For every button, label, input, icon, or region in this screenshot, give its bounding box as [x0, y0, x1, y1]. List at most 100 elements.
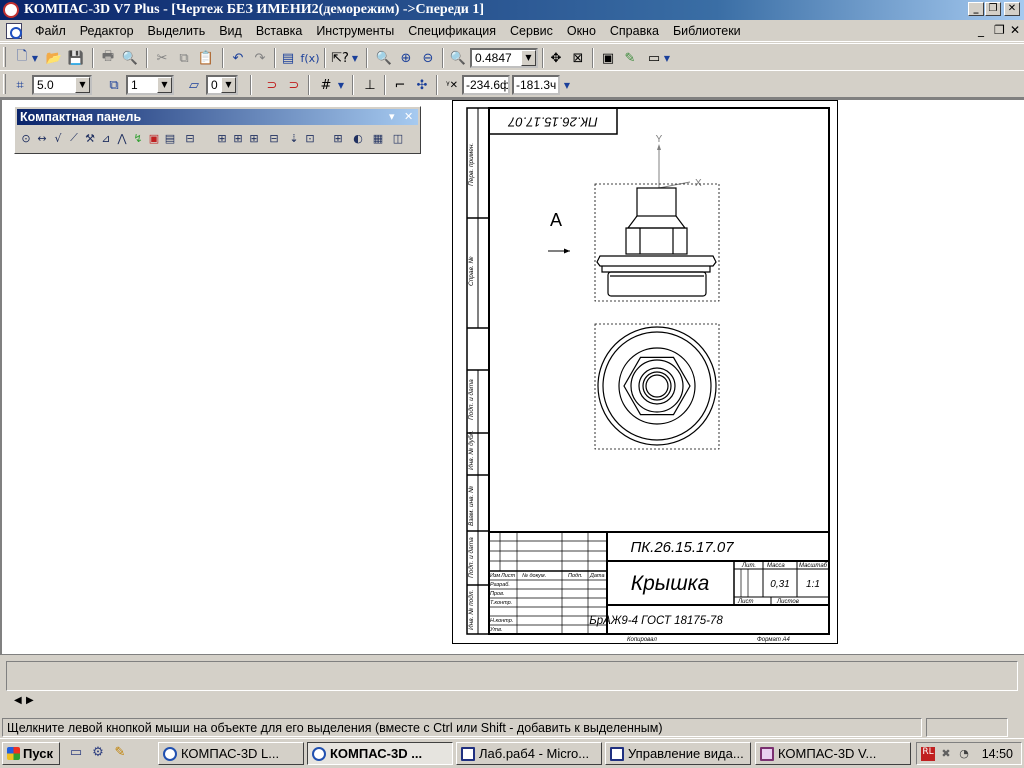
snap-magnet-icon[interactable]: ⊃ [262, 75, 282, 95]
doc-close-button[interactable]: ✕ [1010, 23, 1020, 37]
step-combo[interactable]: 5.0 ▼ [32, 75, 92, 95]
manager-icon[interactable]: ▤ [278, 48, 298, 68]
designations-icon[interactable]: √ [51, 128, 65, 148]
properties-icon[interactable]: ✎ [620, 48, 640, 68]
zoom-window-icon[interactable]: 🔍 [374, 48, 394, 68]
task-kompas-3[interactable]: КОМПАС-3D V... [755, 742, 911, 765]
compact-panel-caption[interactable]: Компактная панель ▾ ✕ [17, 109, 418, 125]
help-dropdown-icon[interactable]: ▼ [350, 48, 360, 68]
break-icon[interactable]: ◫ [391, 128, 405, 148]
view-section-icon[interactable]: ⇣ [287, 128, 301, 148]
quick-launch-icon[interactable]: ⚙ [90, 745, 106, 761]
tray-network-icon[interactable]: ✖ [939, 747, 953, 761]
cut-icon[interactable]: ✂ [152, 48, 172, 68]
panel-close-icon[interactable]: ✕ [404, 109, 413, 125]
task-word-lab[interactable]: Лаб.раб4 - Micro... [456, 742, 602, 765]
task-kompas-1[interactable]: КОМПАС-3D L... [158, 742, 304, 765]
parametrization-icon[interactable]: ⚒ [83, 128, 97, 148]
copy-icon[interactable]: ⧉ [174, 48, 194, 68]
maximize-button[interactable]: ❐ [985, 2, 1001, 16]
menu-help[interactable]: Справка [603, 20, 666, 42]
quick-launch-pencil-icon[interactable]: ✎ [112, 745, 128, 761]
refresh-icon[interactable]: ▣ [598, 48, 618, 68]
zoom-scale-icon[interactable]: 🔍 [448, 48, 468, 68]
reports-icon[interactable]: ▤ [163, 128, 177, 148]
redo-icon[interactable]: ↷ [250, 48, 270, 68]
new-dropdown-icon[interactable]: ▼ [30, 48, 40, 68]
chevron-down-icon[interactable]: ▼ [157, 77, 172, 93]
zoom-out-icon[interactable]: ⊖ [418, 48, 438, 68]
cursor-coords-icon[interactable]: ✣ [412, 75, 432, 95]
table-icon[interactable]: ▦ [371, 128, 385, 148]
start-button[interactable]: Пуск [2, 742, 60, 765]
pan-icon[interactable]: ✥ [546, 48, 566, 68]
fragment-icon[interactable]: ⊟ [183, 128, 197, 148]
chevron-down-icon[interactable]: ▼ [221, 77, 236, 93]
measure-icon[interactable]: ⊿ [99, 128, 113, 148]
drawing-sheet[interactable]: Перв. примен. Справ. № Подп. и дата Инв.… [452, 100, 838, 644]
scroll-right-icon[interactable]: ▶ [26, 695, 34, 706]
panel-menu-icon[interactable]: ▾ [389, 109, 395, 125]
coordinate-system-icon[interactable]: ⊥ [360, 75, 380, 95]
menu-editor[interactable]: Редактор [73, 20, 141, 42]
grid-icon[interactable]: # [316, 75, 336, 95]
menu-window[interactable]: Окно [560, 20, 603, 42]
show-desktop-icon[interactable]: ▭ [68, 745, 84, 761]
view-manager-icon[interactable]: ▭ [644, 48, 664, 68]
paste-icon[interactable]: 📋 [196, 48, 216, 68]
select-icon[interactable]: ⋀ [115, 128, 129, 148]
kompas-app-icon[interactable] [3, 2, 19, 18]
doc-restore-button[interactable]: ❐ [994, 23, 1005, 37]
close-button[interactable]: ✕ [1004, 2, 1020, 16]
coord-x-field[interactable]: -234.6ф [462, 75, 510, 95]
print-icon[interactable]: 🖶 [98, 48, 118, 68]
print-preview-icon[interactable]: 🔍 [120, 48, 140, 68]
save-icon[interactable]: 💾 [66, 48, 86, 68]
ortho-mode-icon[interactable]: ⌐ [390, 75, 410, 95]
current-layer-icon[interactable]: ▱ [184, 75, 204, 95]
menu-file[interactable]: Файл [28, 20, 73, 42]
view-new-icon[interactable]: ⊞ [215, 128, 229, 148]
view-dropdown-icon[interactable]: ▼ [662, 48, 672, 68]
function-icon[interactable]: f(x) [300, 48, 320, 68]
minimize-button[interactable]: _ [968, 2, 984, 16]
show-all-icon[interactable]: ⊠ [568, 48, 588, 68]
layer-icon[interactable]: ⊞ [331, 128, 345, 148]
toolbar-grip[interactable] [3, 74, 6, 94]
edit-icon[interactable]: ⟋ [67, 128, 81, 148]
menu-specification[interactable]: Спецификация [401, 20, 503, 42]
local-snap-icon[interactable]: ⊃ [284, 75, 304, 95]
layer-combo[interactable]: 0 ▼ [206, 75, 238, 95]
task-word-views[interactable]: Управление вида... [605, 742, 751, 765]
current-view-icon[interactable]: ⧉ [104, 75, 124, 95]
menu-insert[interactable]: Вставка [249, 20, 309, 42]
open-folder-icon[interactable]: 📂 [44, 48, 64, 68]
menu-libraries[interactable]: Библиотеки [666, 20, 748, 42]
menu-select[interactable]: Выделить [141, 20, 213, 42]
new-document-icon[interactable]: 🗋 [12, 48, 32, 68]
scroll-left-icon[interactable]: ◀ [14, 695, 22, 706]
chevron-down-icon[interactable]: ▼ [521, 50, 536, 66]
zoom-combo[interactable]: 0.4847 ▼ [470, 48, 538, 68]
associative-views-icon[interactable]: ↯ [131, 128, 145, 148]
coord-y-field[interactable]: -181.3ч [512, 75, 560, 95]
chevron-down-icon[interactable]: ▼ [75, 77, 90, 93]
coords-dropdown-icon[interactable]: ▼ [562, 75, 572, 95]
menu-tools[interactable]: Инструменты [309, 20, 401, 42]
hatch-icon[interactable]: ◐ [351, 128, 365, 148]
tray-volume-icon[interactable]: ◔ [957, 747, 971, 761]
view-projection-icon[interactable]: ⊞ [247, 128, 261, 148]
view-arrow-icon[interactable]: ⊟ [267, 128, 281, 148]
menu-service[interactable]: Сервис [503, 20, 560, 42]
zoom-in-icon[interactable]: ⊕ [396, 48, 416, 68]
grid-dropdown-icon[interactable]: ▼ [336, 75, 346, 95]
dimensions-icon[interactable]: ↔ [35, 128, 49, 148]
context-help-icon[interactable]: ⇱? [330, 48, 350, 68]
menu-view[interactable]: Вид [212, 20, 249, 42]
view-combo[interactable]: 1 ▼ [126, 75, 174, 95]
property-bar-area[interactable] [6, 661, 1018, 691]
geometry-icon[interactable]: ⊙ [19, 128, 33, 148]
undo-icon[interactable]: ↶ [228, 48, 248, 68]
document-icon[interactable] [6, 23, 22, 39]
task-kompas-2[interactable]: КОМПАС-3D ... [307, 742, 453, 765]
